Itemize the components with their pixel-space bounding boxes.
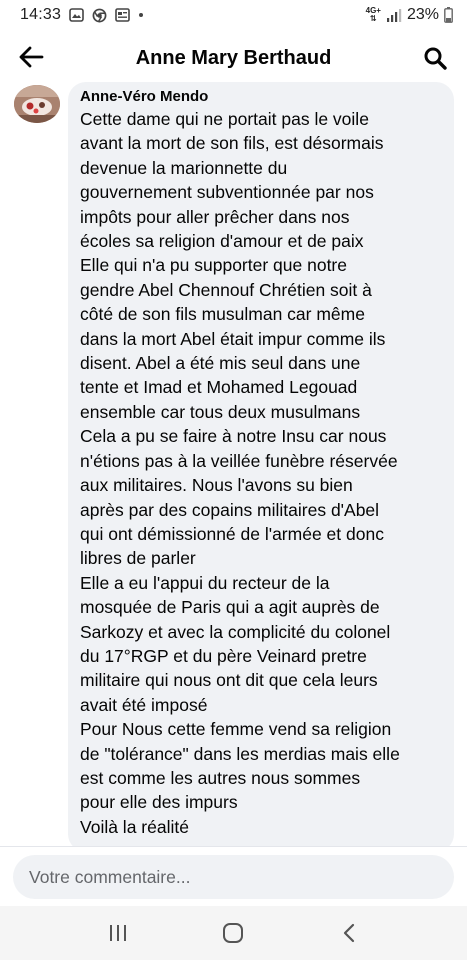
comment-line: Elle qui n'a pu supporter que notre: [80, 255, 347, 276]
battery-percentage: 23%: [406, 6, 439, 23]
page-title: Anne Mary Berthaud: [135, 46, 332, 69]
search-icon: [424, 47, 447, 70]
comment-line: pour elle des impurs: [80, 792, 238, 813]
status-right: 4G+ ⇅ 23%: [366, 6, 453, 24]
chevron-left-icon: [344, 923, 355, 943]
search-button[interactable]: [419, 42, 451, 74]
status-bar: 14:33 4G+ ⇅ 23%: [0, 0, 467, 30]
gallery-notification-icon: [69, 8, 84, 22]
comment-line: Cette dame qui ne portait pas le voile: [80, 109, 369, 129]
avatar[interactable]: [14, 85, 60, 123]
back-button[interactable]: [14, 42, 48, 72]
comment-line: qui ont démissionné de l'armée et donc: [80, 523, 384, 544]
comment-line: mosquée de Paris qui a agit auprès de: [80, 597, 380, 618]
comment-line: impôts pour aller prêcher dans nos: [80, 206, 350, 227]
comment-line: avait été imposé: [80, 694, 208, 715]
comment-line: écoles sa religion d'amour et de paix: [80, 231, 364, 252]
comment-line: du 17°RGP et du père Veinard pretre: [80, 645, 367, 666]
comment-line: Pour Nous cette femme vend sa religion: [80, 719, 392, 740]
comment-text: Cette dame qui ne portait pas le voile av…: [80, 107, 444, 839]
comment-line: tente et Imad et Mohamed Legouad: [80, 377, 358, 398]
status-time: 14:33: [20, 6, 62, 23]
comment-line: n'étions pas à la veillée funèbre réserv…: [80, 450, 398, 471]
signal-strength-icon: [386, 8, 402, 22]
news-notification-icon: [115, 8, 130, 22]
comment-line: gendre Abel Chennouf Chrétien soit à: [80, 279, 372, 300]
comment-line: militaire qui nous ont dit que cela leur…: [80, 670, 378, 691]
arrow-left-icon: [19, 46, 44, 68]
system-navigation-bar: [0, 906, 467, 960]
comment-composer: [0, 846, 467, 906]
comment-line: Cela a pu se faire à notre Insu car nous: [80, 426, 387, 447]
status-left: 14:33: [20, 6, 144, 24]
comment-line: devenue la marionnette du: [80, 157, 288, 178]
battery-icon: [444, 7, 453, 23]
comment-line: Sarkozy et avec la complicité du colonel: [80, 621, 391, 642]
recent-apps-button[interactable]: [88, 911, 148, 955]
comment-line: de "tolérance" dans les merdias mais ell…: [80, 743, 400, 764]
comment-author[interactable]: Anne-Véro Mendo: [80, 88, 444, 106]
home-button[interactable]: [203, 911, 263, 955]
system-back-button[interactable]: [319, 911, 379, 955]
comment-line: ensemble car tous deux musulmans: [80, 401, 361, 422]
comment-line: est comme les autres nous sommes: [80, 767, 361, 788]
comment-line: dans la mort Abel était impur comme ils: [80, 328, 386, 349]
comment-input[interactable]: [13, 855, 454, 899]
comment-bubble: Anne-Véro Mendo Cette dame qui ne portai…: [68, 82, 454, 852]
chrome-notification-icon: [92, 8, 107, 23]
more-notifications-dot-icon: [138, 12, 144, 18]
home-icon: [223, 923, 244, 943]
comment-line: après par des copains militaires d'Abel: [80, 499, 380, 520]
comment-line: disent. Abel a été mis seul dans une: [80, 353, 361, 374]
page-header: Anne Mary Berthaud: [0, 30, 467, 86]
comment-line: Elle a eu l'appui du recteur de la: [80, 572, 330, 593]
comment-line: aux militaires. Nous l'avons su bien: [80, 475, 353, 496]
comment-line: Voilà la réalité: [80, 816, 189, 837]
comment-line: avant la mort de son fils, est désormais: [80, 133, 384, 154]
comment-line: côté de son fils musulman car même: [80, 304, 365, 325]
network-type-label: 4G+ ⇅: [366, 7, 381, 23]
comment-line: gouvernement subventionnée par nos: [80, 182, 374, 203]
network-activity-arrows: ⇅: [369, 14, 377, 23]
recent-apps-icon: [109, 925, 126, 941]
comment-line: libres de parler: [80, 548, 196, 569]
